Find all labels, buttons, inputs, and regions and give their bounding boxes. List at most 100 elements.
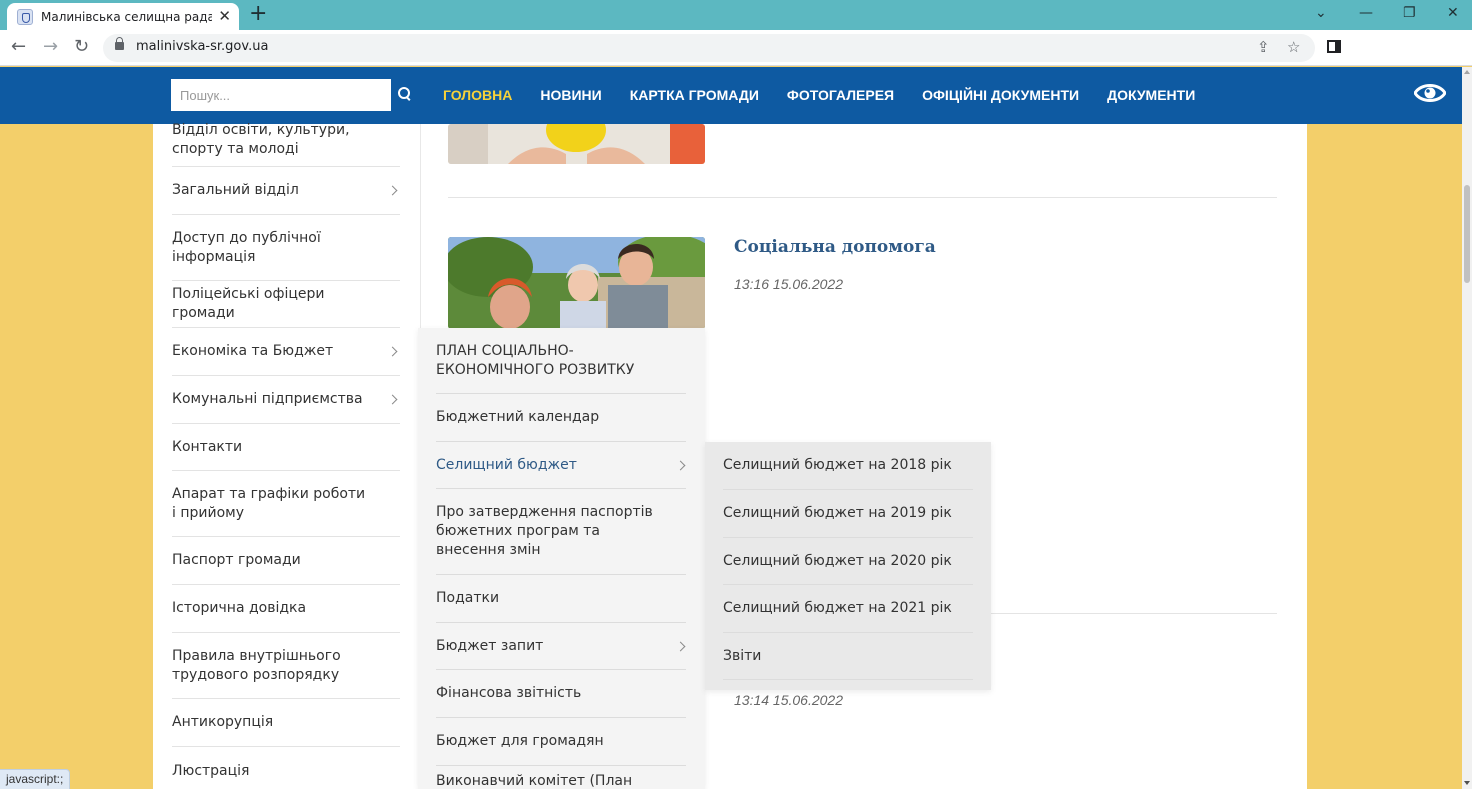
article-date: 13:16 15.06.2022 (734, 276, 843, 292)
submenu-item-budget-passports[interactable]: Про затвердження паспортів бюжетних прог… (436, 489, 686, 575)
menu-item-documents[interactable]: ДОКУМЕНТИ (1107, 87, 1195, 103)
scrollbar-thumb[interactable] (1464, 185, 1470, 283)
submenu-item-label: Податки (436, 590, 500, 606)
sidebar-item-staff-schedule[interactable]: Апарат та графіки роботи і прийому (172, 471, 400, 537)
sidebar-item-lustration[interactable]: Люстрація (172, 747, 400, 789)
submenu-item-label: Бюджет для громадян (436, 733, 604, 749)
sidebar-item-general-department[interactable]: Загальний відділ (172, 167, 400, 215)
article-divider (448, 197, 1277, 198)
search-icon[interactable] (398, 87, 411, 100)
sidebar-item-label: Доступ до публічної інформація (172, 229, 321, 265)
status-bar-link-preview: javascript:; (0, 769, 71, 789)
submenu-item-taxes[interactable]: Податки (436, 575, 686, 623)
submenu-item-budget-2018[interactable]: Селищний бюджет на 2018 рік (723, 442, 973, 490)
article-title[interactable]: Соціальна допомога (734, 237, 936, 257)
article-image-hands-heart[interactable] (448, 124, 705, 164)
sidebar-item-label: Загальний відділ (172, 182, 299, 198)
browser-tab[interactable]: Малинівська селищна рада Чугуївського ра… (7, 3, 239, 30)
submenu-item-budget-2020[interactable]: Селищний бюджет на 2020 рік (723, 538, 973, 585)
submenu-item-budget-2019[interactable]: Селищний бюджет на 2019 рік (723, 490, 973, 538)
submenu-item-village-budget[interactable]: Селищний бюджет (436, 442, 686, 489)
sidebar-item-label: Люстрація (172, 762, 250, 779)
submenu-item-label: Селищний бюджет на 2018 рік (723, 457, 952, 473)
address-bar[interactable]: malinivska-sr.gov.ua ⇪ ☆ (103, 34, 1315, 62)
menu-item-news[interactable]: НОВИНИ (540, 87, 601, 103)
sidebar-item-label: Антикорупція (172, 714, 274, 730)
scroll-up-arrow-icon[interactable] (1464, 70, 1470, 74)
menu-item-official-documents[interactable]: ОФІЦІЙНІ ДОКУМЕНТИ (922, 87, 1079, 103)
browser-toolbar: ← → ↻ malinivska-sr.gov.ua ⇪ ☆ (0, 30, 1472, 66)
minimize-window-icon[interactable]: — (1359, 3, 1373, 23)
submenu-item-executive-committee[interactable]: Виконавчий комітет (План (436, 772, 686, 789)
browser-tabstrip: Малинівська селищна рада Чугуївського ра… (0, 0, 1472, 30)
share-icon[interactable]: ⇪ (1257, 38, 1270, 56)
sidebar-item-label: Правила внутрішнього трудового розпорядк… (172, 647, 341, 683)
site-favicon-icon (17, 8, 33, 25)
submenu-item-reports[interactable]: Звіти (723, 633, 973, 680)
sidebar-item-label: Контакти (172, 438, 243, 455)
submenu-item-label: Селищний бюджет на 2021 рік (723, 600, 952, 616)
chevron-right-icon (387, 185, 398, 196)
submenu-item-label: Виконавчий комітет (План (436, 773, 633, 789)
sidebar-item-historical-reference[interactable]: Історична довідка (172, 585, 400, 633)
sidebar-item-community-passport[interactable]: Паспорт громади (172, 537, 400, 585)
sidebar-item-label: Відділ освіти, культури, спорту та молод… (172, 122, 350, 157)
submenu-item-budget-calendar[interactable]: Бюджетний календар (436, 394, 686, 442)
article-divider (990, 613, 1277, 614)
scroll-down-arrow-icon[interactable] (1464, 781, 1470, 785)
sidebar-item-public-information[interactable]: Доступ до публічної інформація (172, 215, 400, 281)
chevron-right-icon (387, 394, 398, 405)
sidebar-item-anticorruption[interactable]: Антикорупція (172, 699, 400, 747)
submenu-item-label: Селищний бюджет на 2019 рік (723, 505, 952, 521)
back-arrow-icon[interactable]: ← (11, 36, 26, 58)
submenu-item-budget-request[interactable]: Бюджет запит (436, 623, 686, 670)
village-budget-submenu: Селищний бюджет на 2018 рік Селищний бюд… (705, 442, 991, 690)
sidebar-item-label: Комунальні підприємства (172, 391, 363, 407)
sidebar-item-label: Поліцейські офіцери громади (172, 286, 325, 321)
forward-arrow-icon[interactable]: → (43, 36, 58, 58)
sidebar-item-internal-rules[interactable]: Правила внутрішнього трудового розпорядк… (172, 633, 400, 699)
tab-title: Малинівська селищна рада Чугуївського ра… (41, 9, 213, 24)
page-scrollbar[interactable] (1462, 67, 1472, 789)
reload-icon[interactable]: ↻ (74, 36, 89, 58)
chevron-right-icon (675, 460, 686, 470)
accessibility-eye-icon[interactable] (1414, 81, 1446, 105)
submenu-item-financial-reports[interactable]: Фінансова звітність (436, 670, 686, 718)
chevron-right-icon (387, 346, 398, 357)
sidebar-item-municipal-enterprises[interactable]: Комунальні підприємства (172, 376, 400, 424)
close-tab-icon[interactable]: ✕ (218, 9, 231, 24)
search-input[interactable] (171, 79, 391, 111)
submenu-item-label: Бюджетний календар (436, 409, 600, 425)
sidebar-item-label: Паспорт громади (172, 552, 301, 568)
menu-item-home[interactable]: ГОЛОВНА (443, 87, 512, 103)
close-window-icon[interactable]: ✕ (1447, 3, 1459, 23)
url-text: malinivska-sr.gov.ua (136, 39, 269, 54)
sidebar-item-label: Апарат та графіки роботи і прийому (172, 485, 366, 521)
submenu-item-label: ПЛАН СОЦІАЛЬНО-ЕКОНОМІЧНОГО РОЗВИТКУ (436, 342, 635, 378)
article-image-family[interactable] (448, 237, 705, 329)
sidebar-item-economy-budget[interactable]: Економіка та Бюджет (172, 328, 400, 376)
submenu-item-label: Селищний бюджет на 2020 рік (723, 552, 952, 569)
lock-icon (115, 37, 124, 50)
submenu-item-development-plan[interactable]: ПЛАН СОЦІАЛЬНО-ЕКОНОМІЧНОГО РОЗВИТКУ (436, 328, 686, 394)
submenu-item-budget-2021[interactable]: Селищний бюджет на 2021 рік (723, 585, 973, 633)
sidebar-item-education[interactable]: Відділ освіти, культури, спорту та молод… (172, 114, 400, 167)
side-panel-icon[interactable] (1327, 40, 1341, 53)
sidebar-item-label: Економіка та Бюджет (172, 343, 334, 359)
menu-item-photo-gallery[interactable]: ФОТОГАЛЕРЕЯ (787, 87, 894, 103)
submenu-item-label: Звіти (723, 647, 762, 664)
new-tab-button[interactable]: + (249, 3, 267, 25)
submenu-item-label: Бюджет запит (436, 637, 544, 654)
main-menu: ГОЛОВНА НОВИНИ КАРТКА ГРОМАДИ ФОТОГАЛЕРЕ… (443, 87, 1195, 103)
tab-search-chevron-icon[interactable]: ⌄ (1315, 3, 1327, 23)
sidebar-item-label: Історична довідка (172, 600, 307, 616)
submenu-item-label: Про затвердження паспортів бюжетних прог… (436, 504, 653, 558)
bookmark-star-icon[interactable]: ☆ (1287, 38, 1300, 56)
sidebar-item-police-officers[interactable]: Поліцейські офіцери громади (172, 281, 400, 328)
submenu-item-label: Фінансова звітність (436, 685, 582, 701)
submenu-item-budget-for-citizens[interactable]: Бюджет для громадян (436, 718, 686, 766)
restore-window-icon[interactable]: ❐ (1403, 3, 1416, 23)
sidebar-item-contacts[interactable]: Контакти (172, 424, 400, 471)
menu-item-community-card[interactable]: КАРТКА ГРОМАДИ (630, 87, 759, 103)
article-date: 13:14 15.06.2022 (734, 692, 843, 708)
